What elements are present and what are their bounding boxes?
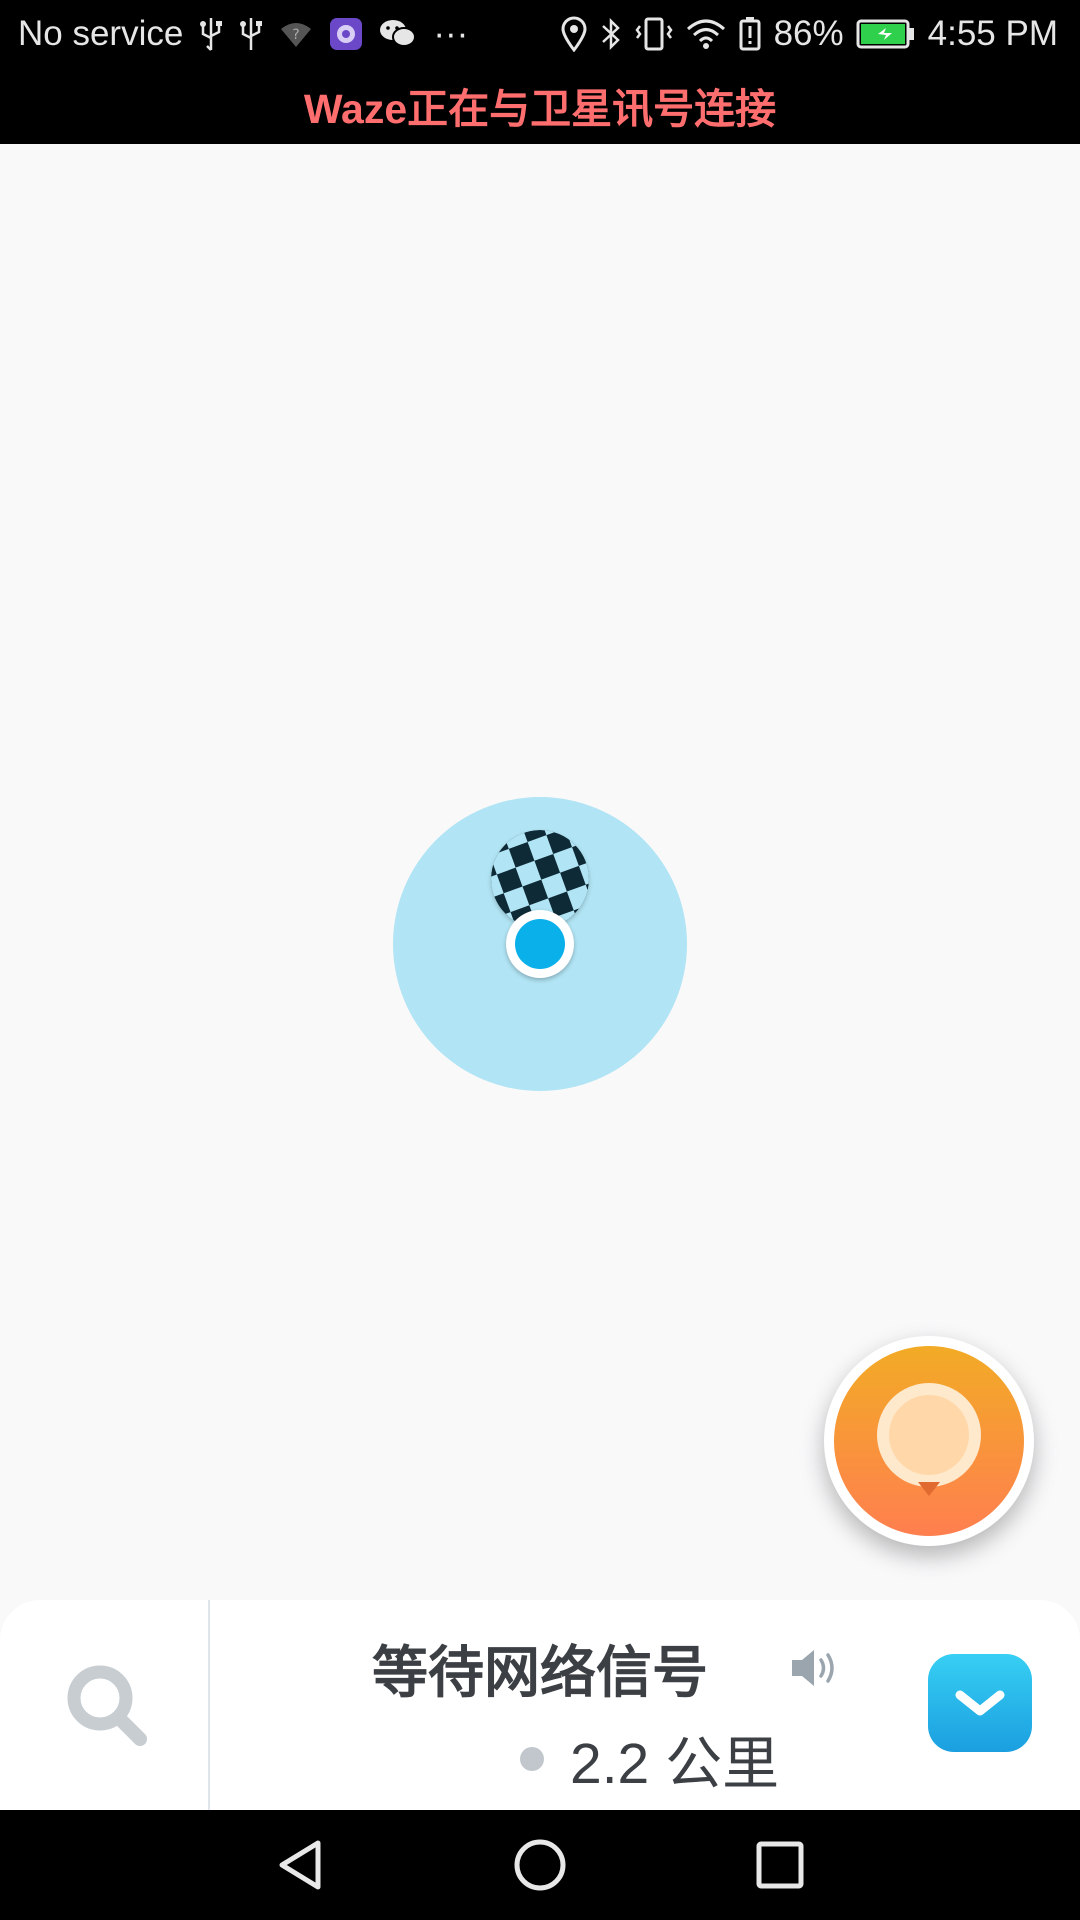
separator-dot <box>520 1747 544 1771</box>
home-icon[interactable] <box>510 1835 570 1895</box>
system-nav-bar <box>0 1810 1080 1920</box>
eta-status-text[interactable]: 等待网络信号 <box>240 1628 840 1709</box>
report-button[interactable] <box>824 1336 1034 1546</box>
report-bubble-icon <box>877 1383 981 1496</box>
current-location-dot <box>506 910 574 978</box>
wifi-icon <box>686 14 726 54</box>
search-icon <box>67 1665 147 1746</box>
more-dots-icon: ··· <box>433 14 469 53</box>
bottom-bar: 等待网络信号 2.2 公里 <box>0 1600 1080 1810</box>
vibrate-icon <box>634 14 674 54</box>
usb-icon <box>199 14 223 54</box>
battery-charging-icon <box>856 14 916 54</box>
bluetooth-icon <box>600 14 622 54</box>
speaker-icon[interactable] <box>788 1644 844 1692</box>
carrier-text: No service <box>18 14 184 53</box>
clock: 4:55 PM <box>927 14 1058 53</box>
recents-icon[interactable] <box>750 1835 810 1895</box>
wechat-icon <box>379 14 417 54</box>
current-location-dot-core <box>515 919 565 969</box>
status-bar-right: 86% 4:55 PM <box>560 14 1058 54</box>
bottom-bar-divider <box>208 1600 210 1810</box>
status-bar: No service ? ··· 86% 4:55 PM <box>0 0 1080 74</box>
gps-connecting-banner: Waze正在与卫星讯号连接 <box>0 74 1080 144</box>
usb-icon <box>239 14 263 54</box>
report-button-face <box>834 1346 1024 1536</box>
search-button[interactable] <box>0 1600 208 1810</box>
battery-percent: 86% <box>773 14 844 53</box>
status-bar-left: No service ? ··· <box>18 14 468 54</box>
chevron-down-icon <box>955 1690 1005 1716</box>
app-notification-icon <box>329 14 363 54</box>
location-icon <box>560 14 588 54</box>
distance-row: 2.2 公里 <box>520 1718 779 1800</box>
wifi-question-icon: ? <box>279 14 313 54</box>
waze-screen: No service ? ··· 86% 4:55 PM Waze正在与卫星讯号… <box>0 0 1080 1920</box>
expand-button[interactable] <box>928 1654 1032 1752</box>
remaining-distance: 2.2 公里 <box>570 1732 780 1796</box>
back-icon[interactable] <box>272 1835 332 1895</box>
svg-text:?: ? <box>293 27 300 43</box>
battery-alert-icon <box>738 14 762 54</box>
